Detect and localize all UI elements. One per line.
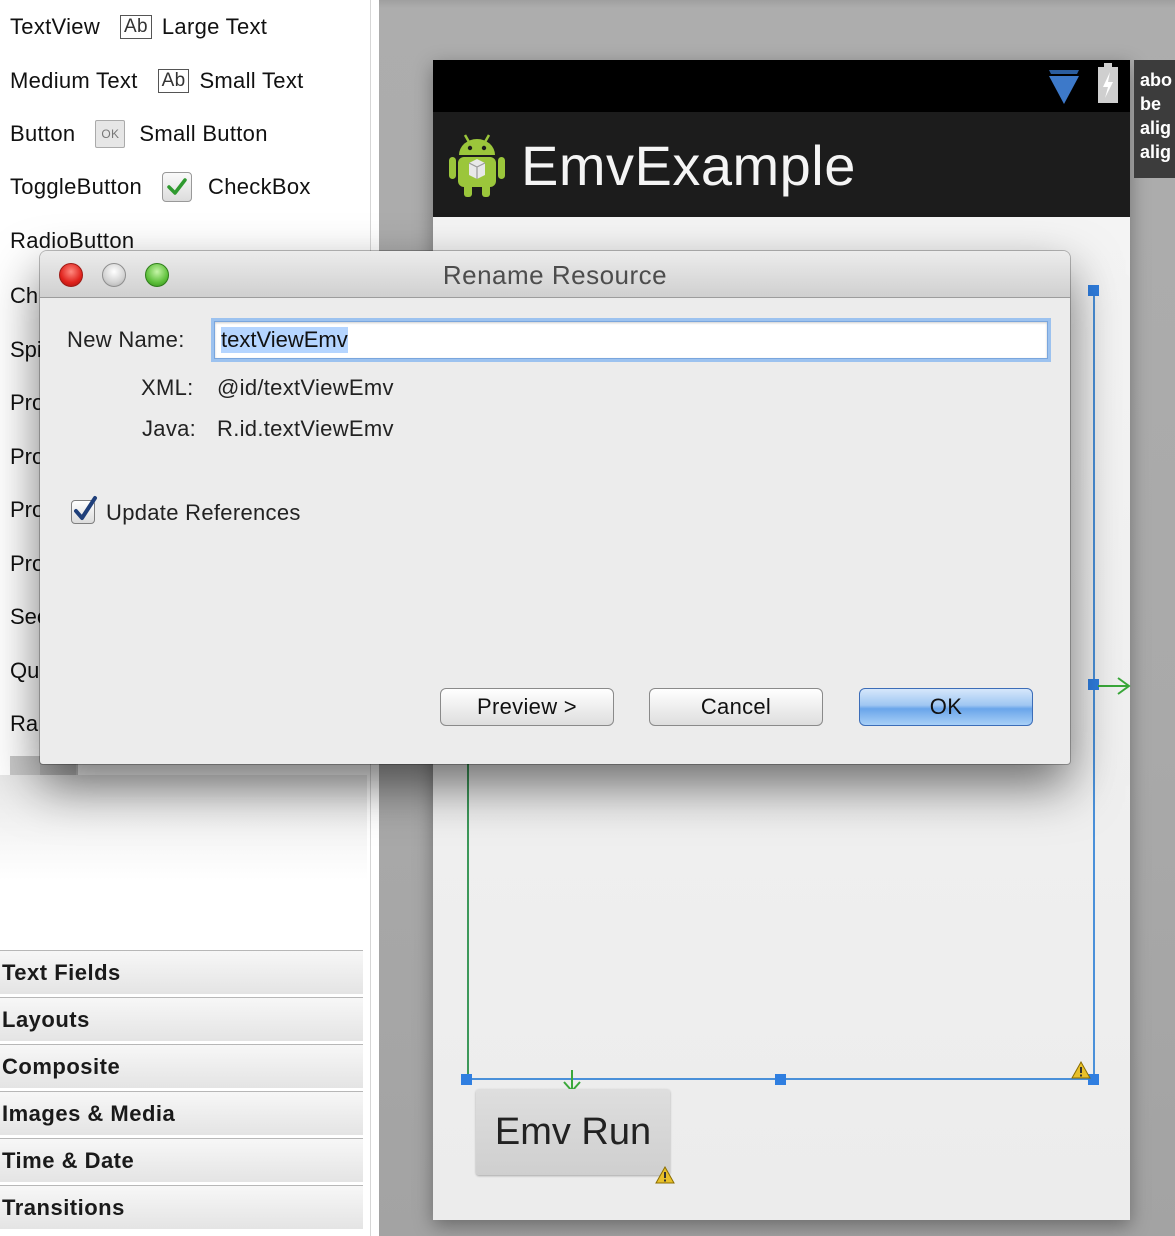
palette-item-button[interactable]: Button [10,121,75,147]
battery-icon [1098,63,1118,103]
update-references-checkbox[interactable] [71,496,97,524]
palette-item-small-text[interactable]: Small Text [199,68,303,94]
palette-item-partial[interactable]: Ch [10,283,38,309]
java-label: Java: [142,416,197,441]
app-title: EmvExample [521,134,856,197]
palette-item-medium-text[interactable]: Medium Text [10,68,138,94]
preview-button[interactable]: Preview > [440,688,614,726]
rename-resource-dialog: Rename Resource New Name: XML: @id/textV… [40,251,1070,764]
palette-item-textview[interactable]: TextView [10,14,100,40]
device-status-bar [433,60,1130,112]
palette-item-large-text[interactable]: Large Text [162,14,267,40]
constraint-arrow-icon [1098,677,1131,695]
palette-row: TextView Ab Large Text [10,12,267,42]
new-name-input[interactable] [214,321,1048,359]
palette-item-togglebutton[interactable]: ToggleButton [10,174,142,200]
resize-handle[interactable] [775,1074,786,1085]
update-references-label[interactable]: Update References [106,500,301,526]
android-app-icon [449,134,505,197]
ab-icon: Ab [120,15,152,39]
palette-row: Button OK Small Button [10,119,268,149]
alignment-guide [467,760,469,1078]
category-text-fields[interactable]: Text Fields [0,950,363,994]
emv-run-button[interactable]: Emv Run [476,1089,670,1175]
palette-item-small-button[interactable]: Small Button [139,121,267,147]
category-time-date[interactable]: Time & Date [0,1138,363,1182]
cancel-button[interactable]: Cancel [649,688,823,726]
xml-label: XML: [141,375,194,400]
palette-item-partial[interactable]: Spi [10,337,42,363]
ok-button-icon: OK [95,120,126,148]
palette-item-partial[interactable]: Qu [10,658,39,684]
layout-hint-tooltip: abo be alig alig [1134,60,1175,178]
category-composite[interactable]: Composite [0,1044,363,1088]
category-transitions[interactable]: Transitions [0,1185,363,1229]
warning-icon[interactable] [1071,1061,1091,1079]
signal-icon [1049,70,1079,104]
java-value: R.id.textViewEmv [217,416,394,441]
palette-row: Medium Text Ab Small Text [10,66,304,96]
palette-row: ToggleButton CheckBox [10,172,311,202]
warning-icon[interactable] [655,1166,675,1184]
resize-handle[interactable] [1088,285,1099,296]
ok-button[interactable]: OK [859,688,1033,726]
palette-shadow [0,775,367,950]
dialog-title: Rename Resource [442,260,668,290]
dialog-titlebar[interactable]: Rename Resource [40,251,1070,298]
category-images-media[interactable]: Images & Media [0,1091,363,1135]
category-layouts[interactable]: Layouts [0,997,363,1041]
ab-icon: Ab [157,69,190,93]
palette-item-partial[interactable]: Ra [10,711,38,737]
checkbox-icon [162,172,193,202]
palette-item-checkbox[interactable]: CheckBox [208,174,311,200]
new-name-label: New Name: [67,327,185,352]
xml-value: @id/textViewEmv [217,375,394,400]
resize-handle[interactable] [461,1074,472,1085]
